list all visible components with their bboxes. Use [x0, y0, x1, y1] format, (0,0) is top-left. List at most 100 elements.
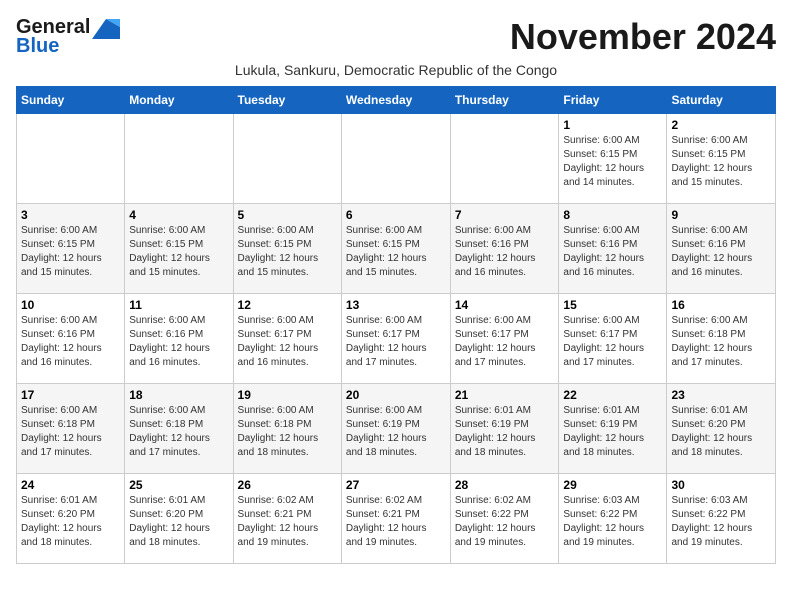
- calendar-cell: 2 Sunrise: 6:00 AM Sunset: 6:15 PM Daylig…: [667, 114, 776, 204]
- calendar-body: 1 Sunrise: 6:00 AM Sunset: 6:15 PM Daylig…: [17, 114, 776, 564]
- day-number: 14: [455, 298, 555, 312]
- day-info: Sunrise: 6:00 AM Sunset: 6:15 PM Dayligh…: [671, 134, 771, 190]
- day-number: 23: [671, 388, 771, 402]
- day-number: 28: [455, 478, 555, 492]
- day-header-friday: Friday: [559, 87, 667, 114]
- day-number: 18: [129, 388, 228, 402]
- day-info: Sunrise: 6:00 AM Sunset: 6:17 PM Dayligh…: [455, 314, 555, 370]
- day-number: 29: [563, 478, 662, 492]
- calendar-cell: 25 Sunrise: 6:01 AM Sunset: 6:20 PM Dayli…: [125, 474, 233, 564]
- calendar-cell: 8Sunrise: 6:00 AM Sunset: 6:16 PM Daylig…: [559, 204, 667, 294]
- day-number: 30: [671, 478, 771, 492]
- day-info: Sunrise: 6:00 AM Sunset: 6:19 PM Dayligh…: [346, 404, 446, 460]
- day-number: 24: [21, 478, 120, 492]
- day-info: Sunrise: 6:03 AM Sunset: 6:22 PM Dayligh…: [671, 494, 771, 550]
- day-info: Sunrise: 6:00 AM Sunset: 6:17 PM Dayligh…: [346, 314, 446, 370]
- day-number: 21: [455, 388, 555, 402]
- logo-icon: [92, 19, 120, 39]
- calendar-cell: 1 Sunrise: 6:00 AM Sunset: 6:15 PM Daylig…: [559, 114, 667, 204]
- day-header-sunday: Sunday: [17, 87, 125, 114]
- day-number: 4: [129, 208, 228, 222]
- day-info: Sunrise: 6:01 AM Sunset: 6:20 PM Dayligh…: [21, 494, 120, 550]
- day-header-saturday: Saturday: [667, 87, 776, 114]
- day-number: 8: [563, 208, 662, 222]
- day-info: Sunrise: 6:00 AM Sunset: 6:16 PM Dayligh…: [21, 314, 120, 370]
- day-header-thursday: Thursday: [450, 87, 559, 114]
- calendar-cell: 7 Sunrise: 6:00 AM Sunset: 6:16 PM Daylig…: [450, 204, 559, 294]
- day-info: Sunrise: 6:01 AM Sunset: 6:19 PM Dayligh…: [455, 404, 555, 460]
- calendar-week-row: 24 Sunrise: 6:01 AM Sunset: 6:20 PM Dayli…: [17, 474, 776, 564]
- calendar-cell: 19Sunrise: 6:00 AM Sunset: 6:18 PM Dayli…: [233, 384, 341, 474]
- day-info: Sunrise: 6:02 AM Sunset: 6:21 PM Dayligh…: [346, 494, 446, 550]
- day-info: Sunrise: 6:00 AM Sunset: 6:17 PM Dayligh…: [563, 314, 662, 370]
- day-number: 11: [129, 298, 228, 312]
- day-info: Sunrise: 6:00 AM Sunset: 6:18 PM Dayligh…: [21, 404, 120, 460]
- calendar-cell: 23 Sunrise: 6:01 AM Sunset: 6:20 PM Dayli…: [667, 384, 776, 474]
- day-number: 2: [671, 118, 771, 132]
- calendar-cell: 11Sunrise: 6:00 AM Sunset: 6:16 PM Dayli…: [125, 294, 233, 384]
- day-info: Sunrise: 6:01 AM Sunset: 6:20 PM Dayligh…: [671, 404, 771, 460]
- day-number: 19: [238, 388, 337, 402]
- day-number: 3: [21, 208, 120, 222]
- day-number: 1: [563, 118, 662, 132]
- day-info: Sunrise: 6:02 AM Sunset: 6:21 PM Dayligh…: [238, 494, 337, 550]
- month-title: November 2024: [510, 16, 776, 58]
- day-info: Sunrise: 6:00 AM Sunset: 6:18 PM Dayligh…: [671, 314, 771, 370]
- calendar-cell: 21 Sunrise: 6:01 AM Sunset: 6:19 PM Dayli…: [450, 384, 559, 474]
- calendar-cell: [17, 114, 125, 204]
- calendar-week-row: 17 Sunrise: 6:00 AM Sunset: 6:18 PM Dayli…: [17, 384, 776, 474]
- day-info: Sunrise: 6:00 AM Sunset: 6:18 PM Dayligh…: [129, 404, 228, 460]
- calendar-cell: 6 Sunrise: 6:00 AM Sunset: 6:15 PM Daylig…: [341, 204, 450, 294]
- calendar-cell: 27 Sunrise: 6:02 AM Sunset: 6:21 PM Dayli…: [341, 474, 450, 564]
- calendar-cell: 5 Sunrise: 6:00 AM Sunset: 6:15 PM Daylig…: [233, 204, 341, 294]
- day-info: Sunrise: 6:00 AM Sunset: 6:16 PM Dayligh…: [671, 224, 771, 280]
- calendar-cell: 4Sunrise: 6:00 AM Sunset: 6:15 PM Daylig…: [125, 204, 233, 294]
- calendar-cell: [450, 114, 559, 204]
- day-info: Sunrise: 6:00 AM Sunset: 6:15 PM Dayligh…: [346, 224, 446, 280]
- logo-blue: Blue: [16, 35, 59, 58]
- day-number: 5: [238, 208, 337, 222]
- day-header-tuesday: Tuesday: [233, 87, 341, 114]
- day-number: 17: [21, 388, 120, 402]
- calendar-cell: 14 Sunrise: 6:00 AM Sunset: 6:17 PM Dayli…: [450, 294, 559, 384]
- page-header: General Blue November 2024: [16, 16, 776, 58]
- day-info: Sunrise: 6:01 AM Sunset: 6:20 PM Dayligh…: [129, 494, 228, 550]
- calendar-cell: 15 Sunrise: 6:00 AM Sunset: 6:17 PM Dayli…: [559, 294, 667, 384]
- day-info: Sunrise: 6:00 AM Sunset: 6:16 PM Dayligh…: [455, 224, 555, 280]
- calendar-cell: 3 Sunrise: 6:00 AM Sunset: 6:15 PM Daylig…: [17, 204, 125, 294]
- calendar-cell: 16Sunrise: 6:00 AM Sunset: 6:18 PM Dayli…: [667, 294, 776, 384]
- calendar-cell: [341, 114, 450, 204]
- day-number: 13: [346, 298, 446, 312]
- day-number: 9: [671, 208, 771, 222]
- calendar-cell: [233, 114, 341, 204]
- calendar-week-row: 10 Sunrise: 6:00 AM Sunset: 6:16 PM Dayli…: [17, 294, 776, 384]
- day-number: 22: [563, 388, 662, 402]
- calendar-cell: 22 Sunrise: 6:01 AM Sunset: 6:19 PM Dayli…: [559, 384, 667, 474]
- day-number: 10: [21, 298, 120, 312]
- day-info: Sunrise: 6:02 AM Sunset: 6:22 PM Dayligh…: [455, 494, 555, 550]
- day-number: 25: [129, 478, 228, 492]
- calendar-cell: [125, 114, 233, 204]
- day-info: Sunrise: 6:01 AM Sunset: 6:19 PM Dayligh…: [563, 404, 662, 460]
- subtitle: Lukula, Sankuru, Democratic Republic of …: [16, 62, 776, 78]
- day-number: 27: [346, 478, 446, 492]
- calendar-table: SundayMondayTuesdayWednesdayThursdayFrid…: [16, 86, 776, 564]
- day-info: Sunrise: 6:00 AM Sunset: 6:15 PM Dayligh…: [563, 134, 662, 190]
- day-number: 15: [563, 298, 662, 312]
- day-info: Sunrise: 6:03 AM Sunset: 6:22 PM Dayligh…: [563, 494, 662, 550]
- calendar-week-row: 1 Sunrise: 6:00 AM Sunset: 6:15 PM Daylig…: [17, 114, 776, 204]
- calendar-cell: 30 Sunrise: 6:03 AM Sunset: 6:22 PM Dayli…: [667, 474, 776, 564]
- day-header-wednesday: Wednesday: [341, 87, 450, 114]
- day-info: Sunrise: 6:00 AM Sunset: 6:15 PM Dayligh…: [238, 224, 337, 280]
- title-section: November 2024: [510, 16, 776, 58]
- day-number: 6: [346, 208, 446, 222]
- day-info: Sunrise: 6:00 AM Sunset: 6:15 PM Dayligh…: [21, 224, 120, 280]
- day-info: Sunrise: 6:00 AM Sunset: 6:17 PM Dayligh…: [238, 314, 337, 370]
- day-number: 20: [346, 388, 446, 402]
- calendar-cell: 12Sunrise: 6:00 AM Sunset: 6:17 PM Dayli…: [233, 294, 341, 384]
- day-number: 7: [455, 208, 555, 222]
- calendar-cell: 29 Sunrise: 6:03 AM Sunset: 6:22 PM Dayli…: [559, 474, 667, 564]
- calendar-cell: 26Sunrise: 6:02 AM Sunset: 6:21 PM Dayli…: [233, 474, 341, 564]
- calendar-cell: 17 Sunrise: 6:00 AM Sunset: 6:18 PM Dayli…: [17, 384, 125, 474]
- calendar-cell: 20 Sunrise: 6:00 AM Sunset: 6:19 PM Dayli…: [341, 384, 450, 474]
